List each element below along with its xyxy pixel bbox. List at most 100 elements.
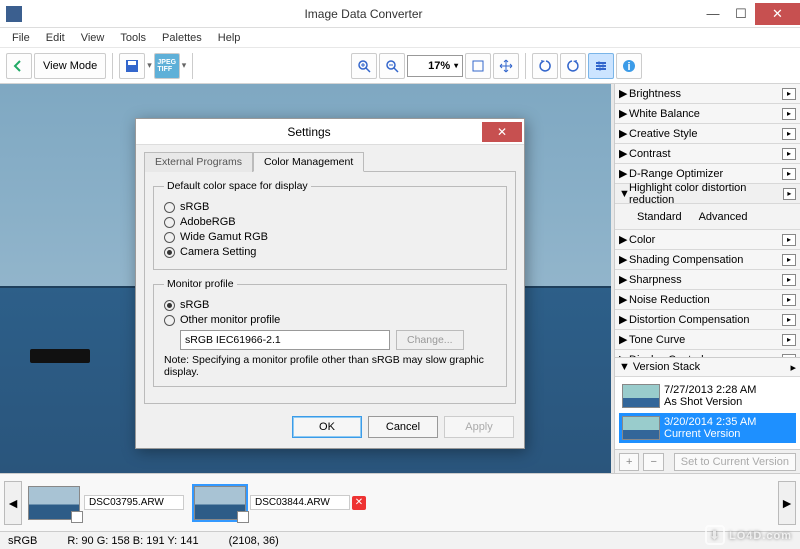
tab-external-programs[interactable]: External Programs bbox=[144, 152, 253, 172]
radio-adobergb[interactable]: AdobeRGB bbox=[164, 216, 496, 228]
tab-color-management[interactable]: Color Management bbox=[253, 152, 364, 172]
dialog-tabs: External Programs Color Management bbox=[136, 145, 524, 171]
menu-palettes[interactable]: Palettes bbox=[154, 30, 210, 46]
menu-tools[interactable]: Tools bbox=[112, 30, 154, 46]
filmstrip-next-button[interactable]: ► bbox=[778, 481, 796, 525]
version-stack-header[interactable]: ▼ Version Stack▸ bbox=[615, 357, 800, 377]
zoom-value: 17% bbox=[428, 60, 450, 72]
panel-tone-curve[interactable]: ▶Tone Curve▸ bbox=[615, 330, 800, 350]
status-colorspace: sRGB bbox=[8, 535, 37, 547]
group-legend: Default color space for display bbox=[164, 180, 311, 192]
radio-icon bbox=[164, 315, 175, 326]
version-stack-footer: + − Set to Current Version bbox=[615, 449, 800, 473]
dialog-title-bar[interactable]: Settings ✕ bbox=[136, 119, 524, 145]
settings-toggle-button[interactable] bbox=[588, 53, 614, 79]
cancel-button[interactable]: Cancel bbox=[368, 416, 438, 438]
filmstrip-item-selected[interactable]: DSC03844.ARW ✕ bbox=[194, 486, 366, 520]
zoom-in-button[interactable] bbox=[351, 53, 377, 79]
app-icon bbox=[6, 6, 22, 22]
remove-icon[interactable]: ✕ bbox=[352, 496, 366, 510]
filmstrip-prev-button[interactable]: ◄ bbox=[4, 481, 22, 525]
move-button[interactable] bbox=[493, 53, 519, 79]
filmstrip-label: DSC03795.ARW bbox=[84, 495, 184, 510]
radio-camera-setting[interactable]: Camera Setting bbox=[164, 246, 496, 258]
settings-dialog: Settings ✕ External Programs Color Manag… bbox=[135, 118, 525, 449]
version-set-current-button[interactable]: Set to Current Version bbox=[674, 453, 796, 471]
panel-highlight-distortion[interactable]: ▼Highlight color distortion reduction▸ bbox=[615, 184, 800, 204]
maximize-button[interactable]: ☐ bbox=[727, 3, 755, 25]
panel-display-control[interactable]: ▶Display Control▸ bbox=[615, 350, 800, 357]
radio-icon bbox=[164, 300, 175, 311]
panel-color[interactable]: ▶Color▸ bbox=[615, 230, 800, 250]
zoom-out-button[interactable] bbox=[379, 53, 405, 79]
svg-text:i: i bbox=[628, 61, 631, 73]
group-monitor-profile: Monitor profile sRGB Other monitor profi… bbox=[153, 278, 507, 387]
back-button[interactable] bbox=[6, 53, 32, 79]
panel-highlight-body: Standard Advanced bbox=[615, 204, 800, 230]
adjustments-panel: ▶Brightness▸ ▶White Balance▸ ▶Creative S… bbox=[614, 84, 800, 473]
radio-icon bbox=[164, 217, 175, 228]
save-button[interactable] bbox=[119, 53, 145, 79]
monitor-profile-input[interactable] bbox=[180, 330, 390, 350]
watermark: ⬇LO4D.com bbox=[705, 525, 792, 545]
zoom-level-input[interactable]: 17%▾ bbox=[407, 55, 463, 77]
panel-noise[interactable]: ▶Noise Reduction▸ bbox=[615, 290, 800, 310]
menu-view[interactable]: View bbox=[73, 30, 113, 46]
info-button[interactable]: i bbox=[616, 53, 642, 79]
dialog-close-button[interactable]: ✕ bbox=[482, 122, 522, 142]
download-icon: ⬇ bbox=[705, 525, 725, 545]
status-rgb: R: 90 G: 158 B: 191 Y: 141 bbox=[67, 535, 198, 547]
panel-white-balance[interactable]: ▶White Balance▸ bbox=[615, 104, 800, 124]
jpeg-tiff-button[interactable]: JPEGTIFF bbox=[154, 53, 180, 79]
group-default-color-space: Default color space for display sRGB Ado… bbox=[153, 180, 507, 270]
radio-advanced[interactable]: Advanced bbox=[695, 211, 748, 223]
radio-srgb[interactable]: sRGB bbox=[164, 201, 496, 213]
menu-edit[interactable]: Edit bbox=[38, 30, 73, 46]
view-mode-button[interactable]: View Mode bbox=[34, 53, 106, 79]
status-bar: sRGB R: 90 G: 158 B: 191 Y: 141 (2108, 3… bbox=[0, 531, 800, 549]
thumbnail bbox=[28, 486, 80, 520]
ok-button[interactable]: OK bbox=[292, 416, 362, 438]
panel-shading[interactable]: ▶Shading Compensation▸ bbox=[615, 250, 800, 270]
rotate-left-button[interactable] bbox=[532, 53, 558, 79]
radio-wide-gamut[interactable]: Wide Gamut RGB bbox=[164, 231, 496, 243]
version-add-button[interactable]: + bbox=[619, 453, 639, 471]
title-bar: Image Data Converter — ☐ ✕ bbox=[0, 0, 800, 28]
filmstrip-label: DSC03844.ARW bbox=[250, 495, 350, 510]
apply-button[interactable]: Apply bbox=[444, 416, 514, 438]
rotate-right-button[interactable] bbox=[560, 53, 586, 79]
version-item-selected[interactable]: 3/20/2014 2:35 AMCurrent Version bbox=[619, 413, 796, 443]
change-button[interactable]: Change... bbox=[396, 330, 464, 350]
panel-menu-icon[interactable]: ▸ bbox=[782, 88, 796, 100]
minimize-button[interactable]: — bbox=[699, 3, 727, 25]
radio-standard[interactable]: Standard bbox=[633, 211, 682, 223]
version-stack-body: 7/27/2013 2:28 AMAs Shot Version 3/20/20… bbox=[615, 377, 800, 449]
crop-button[interactable] bbox=[465, 53, 491, 79]
close-button[interactable]: ✕ bbox=[755, 3, 800, 25]
panel-contrast[interactable]: ▶Contrast▸ bbox=[615, 144, 800, 164]
radio-icon bbox=[164, 202, 175, 213]
radio-mp-srgb[interactable]: sRGB bbox=[164, 299, 496, 311]
menu-file[interactable]: File bbox=[4, 30, 38, 46]
version-thumb bbox=[622, 384, 660, 408]
filmstrip-item[interactable]: DSC03795.ARW bbox=[28, 486, 184, 520]
toolbar: View Mode ▾ JPEGTIFF ▾ 17%▾ i bbox=[0, 48, 800, 84]
menu-help[interactable]: Help bbox=[210, 30, 249, 46]
menu-bar: File Edit View Tools Palettes Help bbox=[0, 28, 800, 48]
panel-distortion[interactable]: ▶Distortion Compensation▸ bbox=[615, 310, 800, 330]
panel-sharpness[interactable]: ▶Sharpness▸ bbox=[615, 270, 800, 290]
version-del-button[interactable]: − bbox=[643, 453, 663, 471]
version-item[interactable]: 7/27/2013 2:28 AMAs Shot Version bbox=[619, 381, 796, 411]
dialog-tab-panel: Default color space for display sRGB Ado… bbox=[144, 171, 516, 404]
filmstrip: ◄ DSC03795.ARW DSC03844.ARW ✕ ► bbox=[0, 473, 800, 531]
radio-mp-other[interactable]: Other monitor profile bbox=[164, 314, 496, 326]
version-thumb bbox=[622, 416, 660, 440]
status-position: (2108, 36) bbox=[229, 535, 279, 547]
window-title: Image Data Converter bbox=[28, 7, 699, 21]
image-boat bbox=[30, 349, 90, 363]
thumbnail bbox=[194, 486, 246, 520]
panel-brightness[interactable]: ▶Brightness▸ bbox=[615, 84, 800, 104]
panel-creative-style[interactable]: ▶Creative Style▸ bbox=[615, 124, 800, 144]
dialog-buttons: OK Cancel Apply bbox=[136, 410, 524, 448]
radio-icon bbox=[164, 232, 175, 243]
